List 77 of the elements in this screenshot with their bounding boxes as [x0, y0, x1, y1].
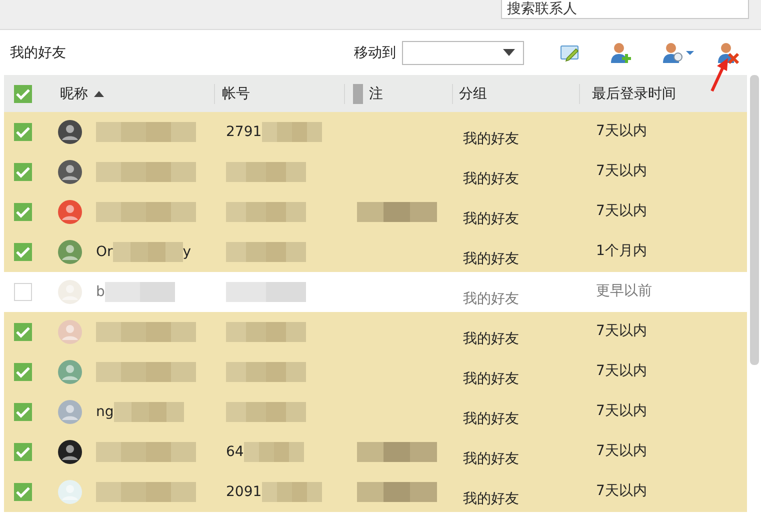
caret-icon — [503, 48, 515, 56]
row-checkbox[interactable] — [14, 443, 32, 461]
select-all-checkbox[interactable] — [14, 84, 32, 102]
contact-row[interactable]: 2091 我的好友 7天以内 — [4, 472, 747, 512]
column-header[interactable]: 最后登录时间 — [580, 84, 740, 104]
row-checkbox[interactable] — [14, 403, 32, 421]
last-login-text: 7天以内 — [596, 442, 647, 460]
row-checkbox[interactable] — [14, 363, 32, 381]
contact-row[interactable]: 64 我的好友 7天以内 — [4, 432, 747, 472]
pixelated-redaction — [262, 482, 322, 502]
scrollbar[interactable] — [750, 75, 759, 365]
group-text: 我的好友 — [463, 250, 519, 268]
last-login-text: 7天以内 — [596, 402, 647, 420]
avatar — [58, 280, 82, 304]
contact-row[interactable]: 我的好友 7天以内 — [4, 192, 747, 232]
annotation-arrow — [710, 58, 728, 93]
avatar — [58, 360, 82, 384]
row-checkbox[interactable] — [14, 163, 32, 181]
search-field[interactable]: 搜索联系人 — [501, 0, 749, 19]
account-text: 2791 — [226, 124, 262, 140]
last-login-text: 7天以内 — [596, 122, 647, 140]
contact-row[interactable]: 我的好友 7天以内 — [4, 152, 747, 192]
group-text: 我的好友 — [463, 410, 519, 428]
account-text: 2091 — [226, 484, 262, 500]
avatar — [58, 320, 82, 344]
column-header[interactable]: 帐号 — [215, 84, 345, 104]
contact-row[interactable]: Or y 我的好友 1个月内 — [4, 232, 747, 272]
group-text: 我的好友 — [463, 450, 519, 468]
avatar — [58, 160, 82, 184]
group-text: 我的好友 — [463, 210, 519, 228]
last-login-text: 7天以内 — [596, 202, 647, 220]
group-text: 我的好友 — [463, 170, 519, 188]
contact-row[interactable]: ng 我的好友 7天以内 — [4, 392, 747, 432]
group-text: 我的好友 — [463, 130, 519, 148]
avatar — [58, 120, 82, 144]
pixelated-redaction — [262, 122, 322, 142]
last-login-text: 1个月内 — [596, 242, 647, 260]
group-text: 我的好友 — [463, 330, 519, 348]
last-login-text: 更早以前 — [596, 282, 652, 300]
pixelated-redaction — [112, 242, 183, 262]
pixelated-redaction — [104, 282, 175, 302]
account-text: 64 — [226, 444, 244, 460]
row-checkbox[interactable] — [14, 323, 32, 341]
contact-row[interactable]: 我的好友 7天以内 — [4, 352, 747, 392]
move-to-dropdown[interactable] — [402, 40, 524, 64]
pixelated-redaction — [244, 442, 304, 462]
nickname-text: b — [96, 284, 105, 300]
last-login-text: 7天以内 — [596, 322, 647, 340]
group-text: 我的好友 — [463, 290, 519, 308]
avatar — [58, 400, 82, 424]
contact-menu-icon[interactable] — [661, 40, 695, 64]
last-login-text: 7天以内 — [596, 482, 647, 500]
column-header[interactable]: 分组 — [453, 84, 580, 104]
group-title: 我的好友 — [10, 44, 66, 62]
avatar — [58, 200, 82, 224]
nickname-text: Or — [96, 244, 113, 260]
avatar — [58, 240, 82, 264]
avatar — [58, 440, 82, 464]
move-to-label: 移动到 — [354, 44, 396, 62]
avatar — [58, 480, 82, 504]
contact-row[interactable]: 我的好友 7天以内 — [4, 312, 747, 352]
contact-row[interactable]: 2791 我的好友 7天以内 — [4, 112, 747, 152]
nickname-text: y — [182, 244, 192, 260]
nickname-text: ng — [96, 404, 114, 420]
column-header[interactable]: 昵称 — [54, 84, 215, 104]
last-login-text: 7天以内 — [596, 162, 647, 180]
column-header[interactable]: 注 — [345, 84, 453, 104]
add-contact-icon[interactable] — [609, 40, 633, 64]
group-text: 我的好友 — [463, 490, 519, 508]
last-login-text: 7天以内 — [596, 362, 647, 380]
pixelated-redaction — [114, 402, 184, 422]
row-checkbox[interactable] — [14, 483, 32, 501]
row-checkbox[interactable] — [14, 203, 32, 221]
row-checkbox[interactable] — [14, 123, 32, 141]
row-checkbox[interactable] — [14, 243, 32, 261]
row-checkbox[interactable] — [14, 283, 32, 301]
group-text: 我的好友 — [463, 370, 519, 388]
